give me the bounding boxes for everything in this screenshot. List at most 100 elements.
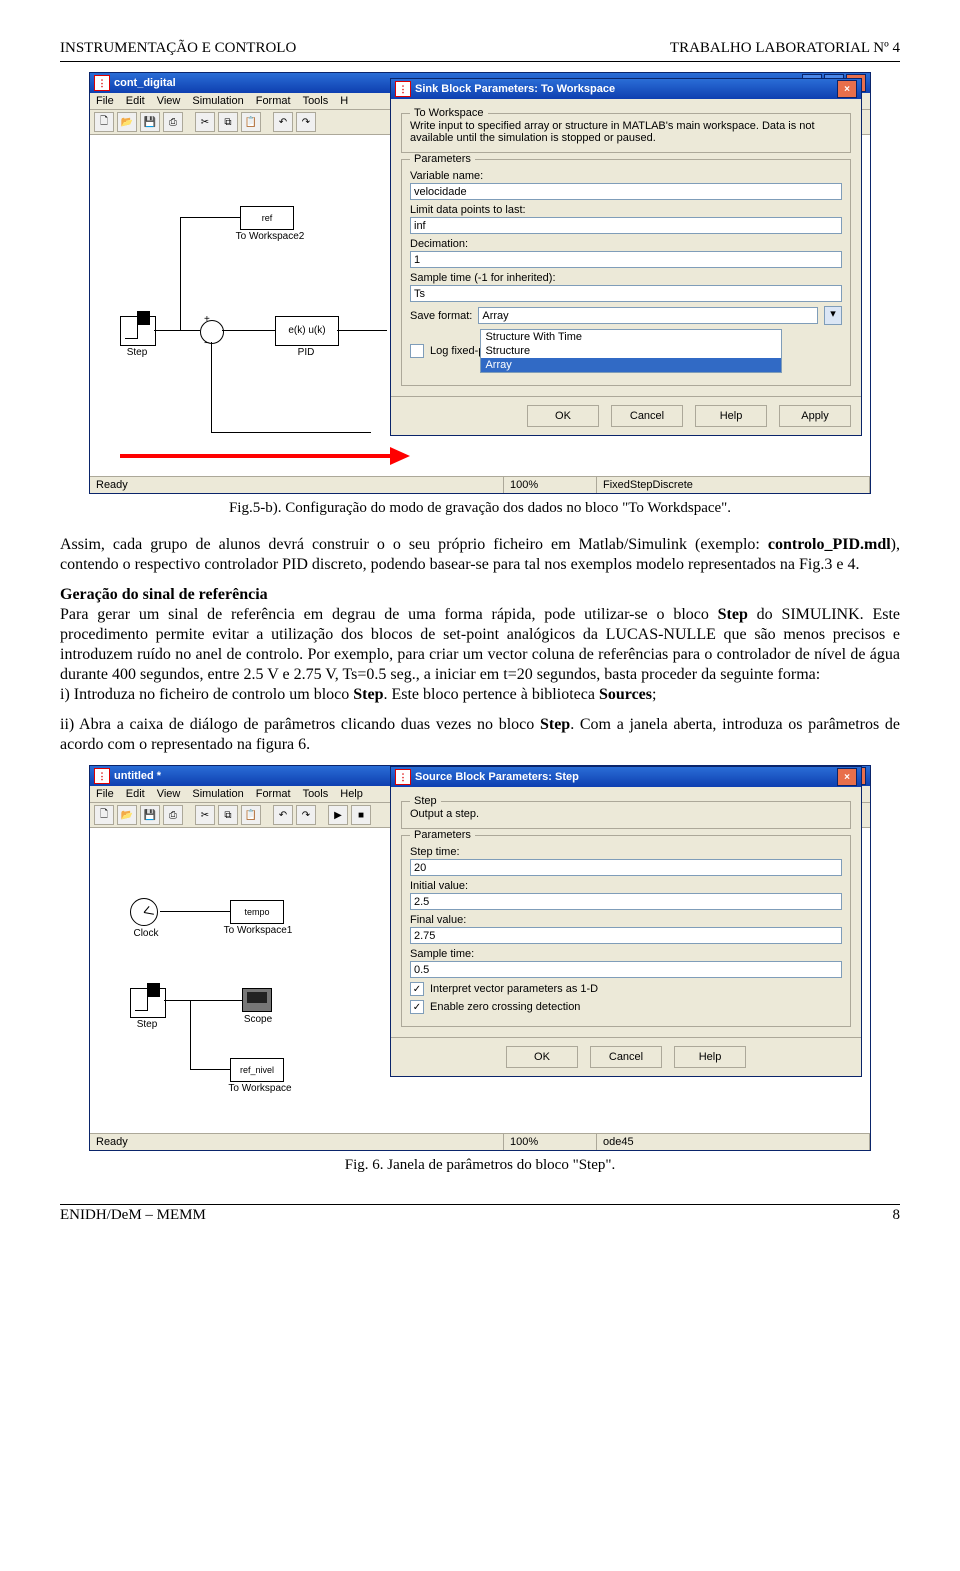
menu-tools[interactable]: Tools [303, 95, 329, 107]
save-icon[interactable]: 💾 [140, 112, 160, 132]
undo-icon[interactable]: ↶ [273, 805, 293, 825]
menu-simulation[interactable]: Simulation [192, 95, 243, 107]
menu-view[interactable]: View [157, 788, 181, 800]
cancel-button[interactable]: Cancel [611, 405, 683, 427]
menu-help[interactable]: H [340, 95, 348, 107]
figure-5b: ⋮ cont_digital _ □ × File Edit View Simu… [60, 72, 900, 494]
zerocross-checkbox[interactable]: ✓ [410, 1000, 424, 1014]
red-arrow-annotation [120, 441, 410, 471]
undo-icon[interactable]: ↶ [273, 112, 293, 132]
simulink-statusbar-2: Ready 100% ode45 [90, 1133, 870, 1150]
sampletime-label-2: Sample time: [410, 948, 842, 960]
open-icon[interactable]: 📂 [117, 805, 137, 825]
dropdown-option[interactable]: Structure With Time [481, 330, 781, 344]
menu-simulation[interactable]: Simulation [192, 788, 243, 800]
dialog-description-2: Output a step. [410, 808, 842, 820]
sum-plus-label: + [204, 314, 210, 325]
copy-icon[interactable]: ⧉ [218, 805, 238, 825]
step-block[interactable] [120, 316, 156, 346]
varname-input[interactable] [410, 183, 842, 200]
dialog-titlebar: ⋮ Sink Block Parameters: To Workspace × [391, 79, 861, 99]
dialog-close-icon[interactable]: × [837, 80, 857, 98]
run-icon[interactable]: ▶ [328, 805, 348, 825]
simulink-title: cont_digital [114, 77, 176, 89]
saveformat-select[interactable] [478, 307, 818, 324]
to-workspace2-block[interactable]: ref [240, 206, 294, 230]
pid-block[interactable]: e(k) u(k) [275, 316, 339, 346]
paste-icon[interactable]: 📋 [241, 112, 261, 132]
steptime-label: Step time: [410, 846, 842, 858]
new-icon[interactable]: 🗋 [94, 112, 114, 132]
ok-button[interactable]: OK [506, 1046, 578, 1068]
decimation-input[interactable] [410, 251, 842, 268]
section-generation: Geração do sinal de referência Para gera… [60, 585, 900, 705]
redo-icon[interactable]: ↷ [296, 805, 316, 825]
final-input[interactable] [410, 927, 842, 944]
cut-icon[interactable]: ✂ [195, 112, 215, 132]
ok-button[interactable]: OK [527, 405, 599, 427]
help-button[interactable]: Help [695, 405, 767, 427]
paste-icon[interactable]: 📋 [241, 805, 261, 825]
sampletime-input[interactable] [410, 285, 842, 302]
menu-view[interactable]: View [157, 95, 181, 107]
step-block-2[interactable] [130, 988, 166, 1018]
apply-button[interactable]: Apply [779, 405, 851, 427]
dropdown-option-selected[interactable]: Array [481, 358, 781, 372]
dialog-description: Write input to specified array or struct… [410, 120, 842, 144]
parameters-group: Parameters Variable name: Limit data poi… [401, 159, 851, 386]
copy-icon[interactable]: ⧉ [218, 112, 238, 132]
print-icon[interactable]: ⎙ [163, 805, 183, 825]
menu-format[interactable]: Format [256, 95, 291, 107]
cancel-button[interactable]: Cancel [590, 1046, 662, 1068]
save-icon[interactable]: 💾 [140, 805, 160, 825]
saveformat-dropdown[interactable]: Structure With Time Structure Array [480, 329, 782, 373]
open-icon[interactable]: 📂 [117, 112, 137, 132]
text: ; [652, 686, 656, 703]
status-solver: ode45 [597, 1134, 870, 1150]
wire [211, 432, 371, 433]
chevron-down-icon[interactable]: ▾ [824, 306, 842, 325]
initial-label: Initial value: [410, 880, 842, 892]
to-workspace1-block[interactable]: tempo [230, 900, 284, 924]
to-workspace-block[interactable]: ref_nivel [230, 1058, 284, 1082]
page-footer: ENIDH/DeM – MEMM 8 [60, 1207, 900, 1224]
steptime-input[interactable] [410, 859, 842, 876]
interpret-checkbox[interactable]: ✓ [410, 982, 424, 996]
wire [211, 342, 212, 432]
menu-tools[interactable]: Tools [303, 788, 329, 800]
text: Para gerar um sinal de referência em deg… [60, 606, 718, 623]
step-group: Step Output a step. [401, 801, 851, 829]
section-heading: Geração do sinal de referência [60, 586, 268, 603]
dialog-close-icon[interactable]: × [837, 768, 857, 786]
initial-input[interactable] [410, 893, 842, 910]
log-fixed-checkbox[interactable] [410, 344, 424, 358]
cut-icon[interactable]: ✂ [195, 805, 215, 825]
menu-format[interactable]: Format [256, 788, 291, 800]
menu-help[interactable]: Help [340, 788, 363, 800]
menu-edit[interactable]: Edit [126, 788, 145, 800]
text: i) Introduza no ficheiro de controlo um … [60, 686, 353, 703]
group-legend: Parameters [410, 153, 475, 165]
step-block-label: Step [120, 347, 154, 358]
to-workspace1-label: To Workspace1 [218, 925, 298, 936]
scope-block[interactable] [242, 988, 272, 1012]
menu-edit[interactable]: Edit [126, 95, 145, 107]
redo-icon[interactable]: ↷ [296, 112, 316, 132]
paragraph-ii: ii) Abra a caixa de diálogo de parâmetro… [60, 715, 900, 755]
log-fixed-label: Log fixed-p [430, 345, 484, 357]
parameters-group-2: Parameters Step time: Initial value: Fin… [401, 835, 851, 1027]
text-bold: Step [540, 716, 570, 733]
help-button[interactable]: Help [674, 1046, 746, 1068]
new-icon[interactable]: 🗋 [94, 805, 114, 825]
menu-file[interactable]: File [96, 95, 114, 107]
limit-input[interactable] [410, 217, 842, 234]
text-bold: Sources [599, 686, 652, 703]
sampletime-input-2[interactable] [410, 961, 842, 978]
print-icon[interactable]: ⎙ [163, 112, 183, 132]
menu-file[interactable]: File [96, 788, 114, 800]
stop-icon[interactable]: ■ [351, 805, 371, 825]
wire [180, 217, 240, 218]
text-bold: Step [718, 606, 748, 623]
clock-block[interactable] [130, 898, 158, 926]
dropdown-option[interactable]: Structure [481, 344, 781, 358]
